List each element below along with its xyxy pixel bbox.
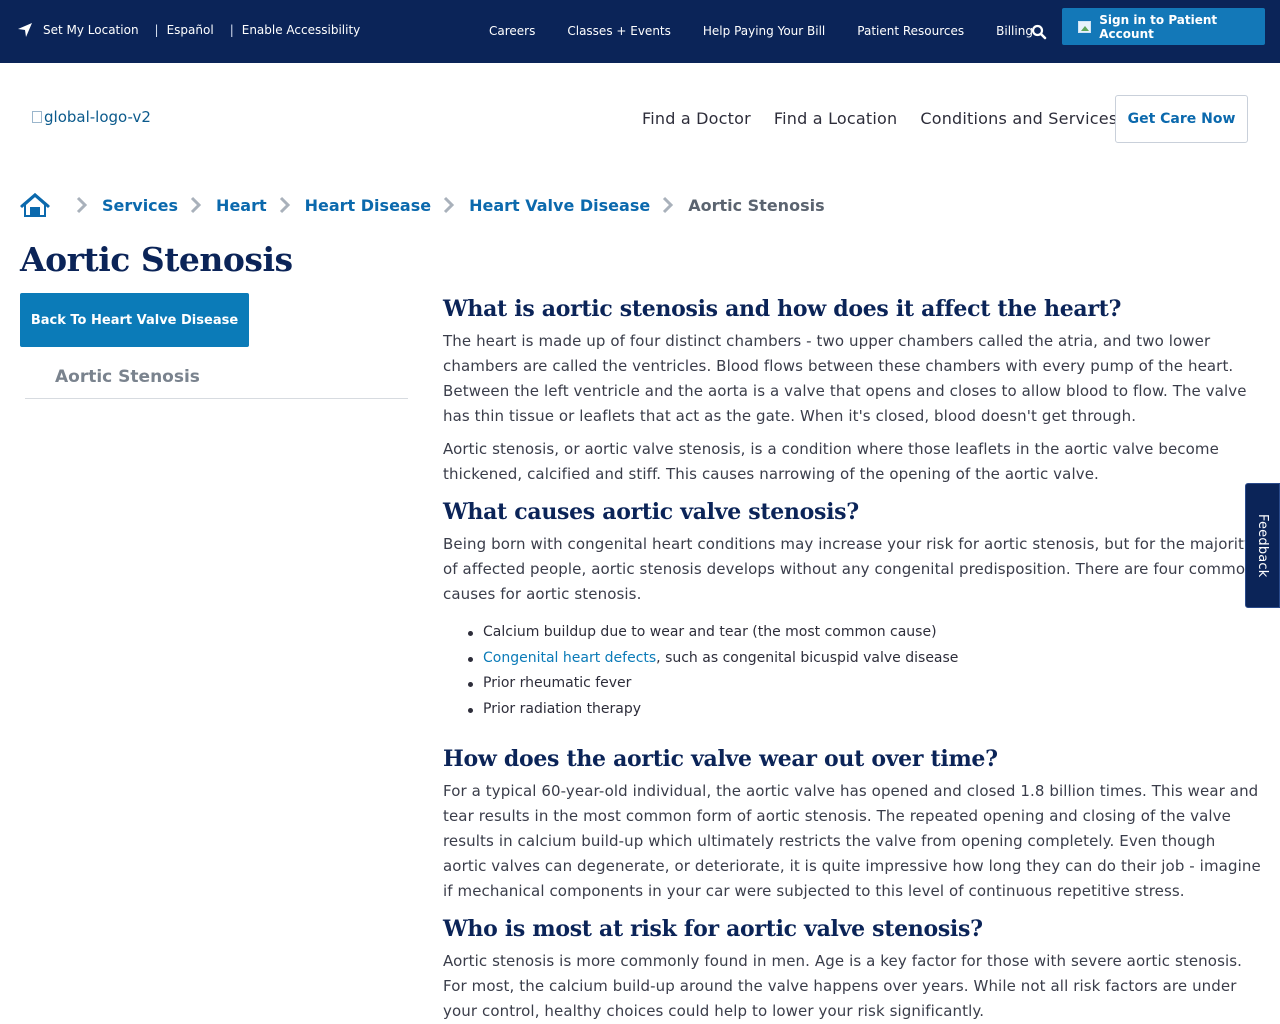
breadcrumb-current: Aortic Stenosis [688,195,825,215]
sidebar-item-aortic-stenosis[interactable]: Aortic Stenosis [25,355,408,399]
set-location-link[interactable]: Set My Location [43,23,139,37]
page-title: Aortic Stenosis [20,240,293,279]
get-care-now-button[interactable]: Get Care Now [1115,95,1248,143]
paragraph: The heart is made up of four distinct ch… [443,332,1247,425]
paragraph: Aortic stenosis, or aortic valve stenosi… [443,440,1219,483]
utility-bar: Set My Location | Español | Enable Acces… [0,0,1280,63]
utility-nav: Careers Classes + Events Help Paying You… [489,24,1065,38]
careers-link[interactable]: Careers [489,24,535,38]
divider: | [229,23,234,37]
utility-links: Set My Location | Español | Enable Acces… [17,22,360,38]
congenital-heart-defects-link[interactable]: Congenital heart defects [483,650,656,666]
main-nav: Find a Doctor Find a Location Conditions… [642,109,1140,128]
list-item-text: , such as congenital bicuspid valve dise… [656,649,959,666]
chevron-right-icon [279,196,290,214]
list-item: Calcium buildup due to wear and tear (th… [468,620,1263,646]
breadcrumb-heart[interactable]: Heart [216,196,267,215]
section-heading: What is aortic stenosis and how does it … [443,296,1122,322]
list-item: Prior rheumatic fever [468,671,1263,697]
broken-image-icon [32,111,42,123]
breadcrumb-heart-disease[interactable]: Heart Disease [305,196,431,215]
search-icon[interactable] [1031,24,1047,40]
chevron-right-icon [190,196,202,214]
article-content: What is aortic stenosis and how does it … [443,292,1263,1024]
breadcrumb: Services Heart Heart Disease Heart Valve… [20,190,825,220]
billing-link[interactable]: Billing [996,24,1033,38]
paragraph: Aortic stenosis is more commonly found i… [443,952,1243,1020]
home-icon[interactable] [20,192,50,218]
causes-list: Calcium buildup due to wear and tear (th… [468,620,1263,722]
help-paying-bill-link[interactable]: Help Paying Your Bill [703,24,825,38]
enable-accessibility-link[interactable]: Enable Accessibility [242,23,361,37]
section-heading: How does the aortic valve wear out over … [443,746,998,772]
logo-alt-text: global-logo-v2 [44,108,151,126]
list-item: Prior radiation therapy [468,697,1263,723]
espanol-link[interactable]: Español [167,23,214,37]
sign-in-patient-account-button[interactable]: Sign in to Patient Account [1062,8,1265,45]
divider: | [154,23,159,37]
breadcrumb-heart-valve-disease[interactable]: Heart Valve Disease [469,196,650,215]
section-heading: Who is most at risk for aortic valve ste… [443,916,983,942]
sign-in-label: Sign in to Patient Account [1099,12,1218,41]
find-location-link[interactable]: Find a Location [774,109,897,128]
list-item: Congenital heart defects, such as congen… [468,646,1263,672]
site-logo[interactable]: global-logo-v2 [32,108,151,126]
chevron-right-icon [663,196,674,214]
classes-events-link[interactable]: Classes + Events [567,24,671,38]
paragraph: Being born with congenital heart conditi… [443,535,1255,603]
chevron-right-icon [76,196,88,214]
location-arrow-icon[interactable] [17,22,33,38]
chevron-right-icon [444,196,455,214]
feedback-tab[interactable]: Feedback [1245,483,1280,608]
breadcrumb-services[interactable]: Services [102,196,178,215]
find-doctor-link[interactable]: Find a Doctor [642,109,751,128]
paragraph: For a typical 60-year-old individual, th… [443,782,1261,900]
feedback-label: Feedback [1255,514,1270,578]
back-to-heart-valve-disease-button[interactable]: Back To Heart Valve Disease [20,293,249,347]
conditions-services-link[interactable]: Conditions and Services [920,109,1117,128]
section-heading: What causes aortic valve stenosis? [443,499,859,525]
patient-resources-link[interactable]: Patient Resources [857,24,964,38]
patient-portal-icon [1078,20,1092,33]
